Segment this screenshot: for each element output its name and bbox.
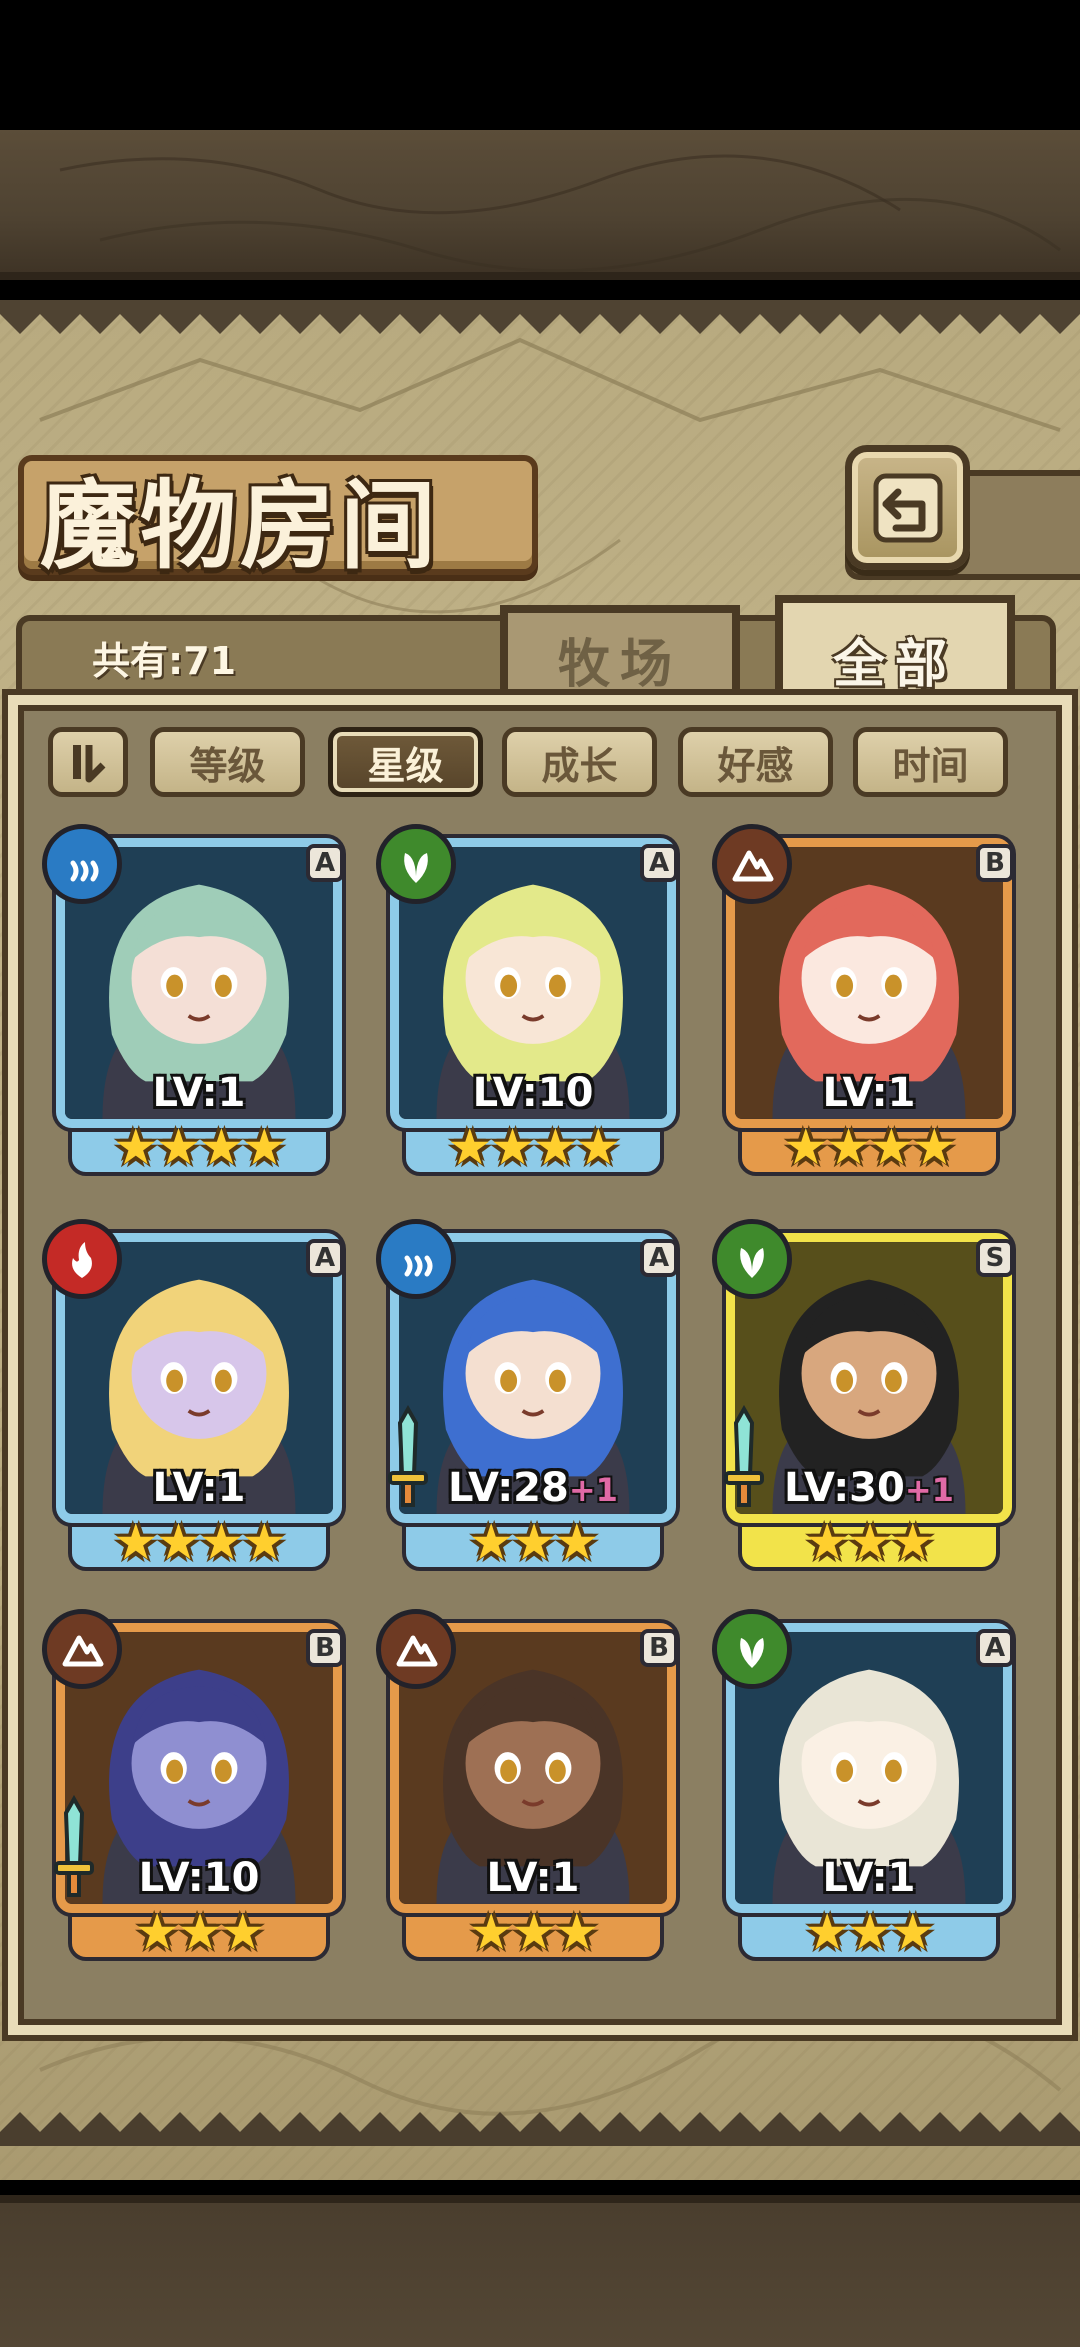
star-rating: ★★★★	[447, 1118, 620, 1176]
star-rating: ★★★	[468, 1513, 599, 1571]
rarity-badge: A	[306, 1239, 344, 1277]
level-bonus: +1	[568, 1471, 618, 1509]
level-label: LV:1	[486, 1855, 580, 1901]
rarity-badge: A	[640, 844, 678, 882]
leaf-icon	[712, 1219, 792, 1299]
monster-card[interactable]: B LV:1 ★★★★	[712, 824, 1020, 1180]
water-icon	[376, 1219, 456, 1299]
rarity-badge: B	[976, 844, 1014, 882]
star-rating: ★★★	[134, 1903, 265, 1961]
monster-card[interactable]: B LV:1 ★★★	[376, 1609, 684, 1965]
leaf-icon	[376, 824, 456, 904]
level-label: LV:28+1	[448, 1465, 618, 1511]
star-rating: ★★★★	[113, 1513, 286, 1571]
monster-card[interactable]: A LV:1 ★★★	[712, 1609, 1020, 1965]
sort-order-icon	[73, 745, 106, 783]
water-icon	[42, 824, 122, 904]
earth-icon	[376, 1609, 456, 1689]
fire-icon	[42, 1219, 122, 1299]
rarity-badge: A	[306, 844, 344, 882]
level-label: LV:10	[472, 1070, 594, 1116]
sort-star-button[interactable]: 星级	[328, 727, 483, 797]
monster-card[interactable]: B LV:10 ★★★	[42, 1609, 350, 1965]
leaf-icon	[712, 1609, 792, 1689]
star-rating: ★★★★	[783, 1118, 956, 1176]
level-label: LV:10	[138, 1855, 260, 1901]
map-background-top	[0, 130, 1080, 280]
page-title: 魔物房间	[40, 469, 440, 582]
level-label: LV:1	[152, 1070, 246, 1116]
monster-card[interactable]: A LV:28+1 ★★★	[376, 1219, 684, 1575]
sort-time-button[interactable]: 时间	[853, 727, 1008, 797]
tab-ranch[interactable]: 牧场	[500, 605, 740, 705]
star-rating: ★★★	[804, 1513, 935, 1571]
monster-card[interactable]: A LV:10 ★★★★	[376, 824, 684, 1180]
status-bar-area	[0, 0, 1080, 130]
monster-card[interactable]: S LV:30+1 ★★★	[712, 1219, 1020, 1575]
rarity-badge: S	[976, 1239, 1014, 1277]
monster-count: 共有:71	[92, 639, 237, 683]
monster-card[interactable]: A LV:1 ★★★★	[42, 824, 350, 1180]
map-background-bottom	[0, 2195, 1080, 2347]
level-bonus: +1	[904, 1471, 954, 1509]
rarity-badge: B	[640, 1629, 678, 1667]
sort-level-button[interactable]: 等级	[150, 727, 305, 797]
earth-icon	[42, 1609, 122, 1689]
star-rating: ★★★	[468, 1903, 599, 1961]
back-button[interactable]	[845, 445, 970, 570]
level-label: LV:1	[822, 1070, 916, 1116]
rarity-badge: A	[976, 1629, 1014, 1667]
earth-icon	[712, 824, 792, 904]
sort-growth-button[interactable]: 成长	[502, 727, 657, 797]
rarity-badge: B	[306, 1629, 344, 1667]
zigzag-edge-bottom	[0, 2112, 1080, 2146]
sort-order-toggle[interactable]	[48, 727, 128, 797]
sort-affection-button[interactable]: 好感	[678, 727, 833, 797]
level-label: LV:1	[152, 1465, 246, 1511]
level-label: LV:1	[822, 1855, 916, 1901]
level-label: LV:30+1	[784, 1465, 954, 1511]
star-rating: ★★★★	[113, 1118, 286, 1176]
monster-card[interactable]: A LV:1 ★★★★	[42, 1219, 350, 1575]
back-arrow-icon	[873, 473, 942, 542]
star-rating: ★★★	[804, 1903, 935, 1961]
rarity-badge: A	[640, 1239, 678, 1277]
zigzag-edge-top	[0, 300, 1080, 334]
